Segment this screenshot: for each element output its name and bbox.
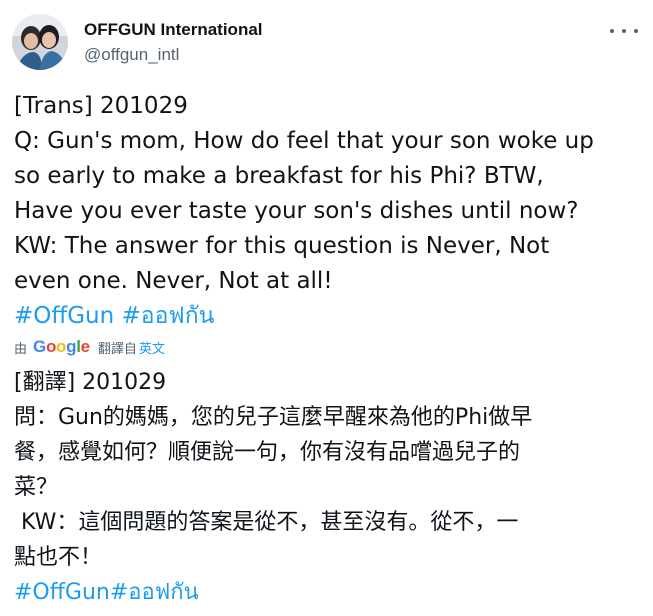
hashtag-link[interactable]: #ออฟกัน: [122, 303, 215, 329]
dot: [610, 29, 614, 33]
tweet-line: [Trans] 201029: [14, 93, 188, 119]
tweet-line: Q: Gun's mom, How do feel that your son …: [14, 128, 594, 154]
avatar[interactable]: [12, 14, 68, 70]
tweet-card: OFFGUN International @offgun_intl [Trans…: [0, 0, 653, 616]
translation-line: KW：這個問題的答案是從不，甚至沒有。從不，一: [14, 510, 519, 535]
display-name[interactable]: OFFGUN International: [84, 20, 263, 40]
more-horizontal-icon[interactable]: [610, 20, 638, 42]
dot: [622, 29, 626, 33]
tweet-line: Have you ever taste your son's dishes un…: [14, 198, 579, 224]
translation-line: 問：Gun的媽媽，您的兒子這麼早醒來為他的Phi做早: [14, 405, 533, 430]
hashtag-link[interactable]: #OffGun: [14, 303, 114, 329]
translated-hashtags[interactable]: #OffGun#ออฟกัน: [14, 575, 644, 610]
translated-by-label: 由: [14, 341, 28, 357]
tweet-text: [Trans] 201029 Q: Gun's mom, How do feel…: [14, 89, 644, 334]
tweet-line: KW: The answer for this question is Neve…: [14, 233, 550, 259]
google-logo: Google: [33, 337, 90, 356]
translation-line: 菜？: [14, 475, 59, 500]
tweet-line: so early to make a breakfast for his Phi…: [14, 163, 544, 189]
profile-photo: [12, 14, 68, 70]
translated-from-label: 翻譯自: [97, 341, 137, 357]
tweet-line: even one. Never, Not at all!: [14, 268, 333, 294]
translation-line: 餐，感覺如何？順便說一句，你有沒有品嚐過兒子的: [14, 440, 521, 465]
source-language-link[interactable]: 英文: [139, 338, 165, 357]
translation-attribution: 由 Google 翻譯自 英文: [14, 336, 165, 358]
hashtag-line: #OffGun #ออฟกัน: [14, 299, 644, 334]
dot: [634, 29, 638, 33]
user-handle[interactable]: @offgun_intl: [84, 45, 179, 65]
translation-line: [翻譯] 201029: [14, 370, 167, 395]
translated-text: [翻譯] 201029 問：Gun的媽媽，您的兒子這麼早醒來為他的Phi做早 餐…: [14, 365, 644, 610]
translation-line: 點也不！: [14, 545, 103, 570]
